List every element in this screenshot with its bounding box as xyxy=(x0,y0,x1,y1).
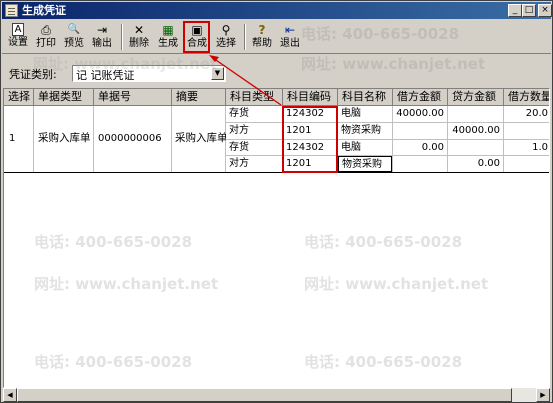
account-code-highlight xyxy=(282,106,338,173)
export-label: 输出 xyxy=(92,38,112,49)
row-debit[interactable]: 0.00 xyxy=(393,140,447,156)
watermark-phone: 电话: 400-665-0028 xyxy=(304,353,463,371)
row-account-type: 对方 xyxy=(229,125,249,136)
select-button[interactable]: ⚲ 选择 xyxy=(213,23,239,53)
header-account-type[interactable]: 科目类型 xyxy=(226,89,283,106)
maximize-button[interactable]: □ xyxy=(522,4,536,17)
app-icon xyxy=(5,4,18,17)
exit-button[interactable]: ⇤ 退出 xyxy=(277,23,303,53)
row-debit-qty[interactable] xyxy=(504,156,549,172)
title-bar[interactable]: 生成凭证 _ □ × xyxy=(2,2,552,19)
toolbar: A 设置 ⎙ 打印 🔍 预览 ⇥ 输出 ✕ 删除 ▦ 生成 ▣ 合成 ⚲ 选择 … xyxy=(2,20,551,54)
print-label: 打印 xyxy=(36,38,56,49)
voucher-grid[interactable]: 选择 单据类型 单据号 摘要 科目类型 科目编码 科目名称 借方金额 贷方金额 … xyxy=(3,88,550,388)
settings-button[interactable]: A 设置 xyxy=(5,23,31,53)
group-summary: 采购入库单 xyxy=(175,132,226,144)
group-doc-type: 采购入库单 xyxy=(38,132,91,144)
close-button[interactable]: × xyxy=(538,4,552,17)
header-select[interactable]: 选择 xyxy=(4,89,34,106)
row-account-name[interactable]: 物资采购 xyxy=(338,123,392,139)
row-debit-qty[interactable]: 1.0 xyxy=(504,140,549,156)
scroll-right-icon[interactable]: ▶ xyxy=(536,388,550,402)
scroll-left-icon[interactable]: ◀ xyxy=(3,388,17,402)
header-doc-no[interactable]: 单据号 xyxy=(94,89,172,106)
row-credit[interactable]: 0.00 xyxy=(448,156,503,172)
help-label: 帮助 xyxy=(252,38,272,49)
header-doc-type[interactable]: 单据类型 xyxy=(34,89,94,106)
grid-line xyxy=(93,106,94,172)
toolbar-separator xyxy=(121,24,123,50)
scrollbar-thumb[interactable] xyxy=(17,388,512,402)
select-label: 选择 xyxy=(216,38,236,49)
exit-icon: ⇤ xyxy=(284,23,296,37)
header-credit[interactable]: 贷方金额 xyxy=(448,89,504,106)
help-icon: ? xyxy=(258,23,266,37)
grid-line xyxy=(33,106,34,172)
row-account-name[interactable]: 电脑 xyxy=(338,106,392,122)
watermark-phone: 电话: 400-665-0028 xyxy=(34,233,193,251)
generate-button[interactable]: ▦ 生成 xyxy=(155,23,181,53)
watermark-site: 网址: www.chanjet.net xyxy=(34,275,219,293)
preview-button[interactable]: 🔍 预览 xyxy=(61,23,87,53)
generate-label: 生成 xyxy=(158,38,178,49)
watermark-site: 网址: www.chanjet.net xyxy=(301,55,486,73)
print-button[interactable]: ⎙ 打印 xyxy=(33,23,59,53)
watermark-phone: 电话: 400-665-0028 xyxy=(34,353,193,371)
row-credit[interactable] xyxy=(448,140,503,156)
row-group-divider xyxy=(4,172,549,173)
generate-icon: ▦ xyxy=(162,23,174,37)
row-debit[interactable] xyxy=(393,123,447,139)
group-select[interactable]: 1 xyxy=(6,131,32,147)
row-debit-qty[interactable]: 20.0 xyxy=(504,106,549,122)
merge-button-highlight xyxy=(183,21,210,53)
export-button[interactable]: ⇥ 输出 xyxy=(89,23,115,53)
window-title: 生成凭证 xyxy=(22,4,66,17)
export-icon: ⇥ xyxy=(96,23,108,37)
exit-label: 退出 xyxy=(280,38,300,49)
preview-icon: 🔍 xyxy=(67,24,81,35)
toolbar-separator xyxy=(244,24,246,50)
row-account-type: 对方 xyxy=(229,158,249,169)
row-credit[interactable]: 40000.00 xyxy=(448,123,503,139)
header-summary[interactable]: 摘要 xyxy=(172,89,226,106)
preview-label: 预览 xyxy=(64,38,84,49)
row-account-name[interactable]: 电脑 xyxy=(338,140,392,156)
row-account-type: 存货 xyxy=(229,142,249,153)
voucher-window: 生成凭证 _ □ × A 设置 ⎙ 打印 🔍 预览 ⇥ 输出 ✕ 删除 ▦ 生成 xyxy=(0,0,553,403)
delete-button[interactable]: ✕ 删除 xyxy=(126,23,152,53)
group-doc-no: 0000000006 xyxy=(98,133,162,144)
minimize-button[interactable]: _ xyxy=(508,4,522,17)
row-debit-qty[interactable] xyxy=(504,123,549,139)
header-debit[interactable]: 借方金额 xyxy=(393,89,448,106)
print-icon: ⎙ xyxy=(41,23,51,37)
header-account-name[interactable]: 科目名称 xyxy=(338,89,393,106)
row-account-type: 存货 xyxy=(229,108,249,119)
row-account-name[interactable]: 物资采购 xyxy=(338,156,392,172)
watermark-site: 网址: www.chanjet.net xyxy=(33,55,218,73)
header-debit-qty[interactable]: 借方数量 xyxy=(504,89,549,106)
row-debit[interactable]: 40000.00 xyxy=(393,106,447,122)
binoculars-icon: ⚲ xyxy=(221,23,231,37)
row-debit[interactable] xyxy=(393,156,447,172)
header-account-code[interactable]: 科目编码 xyxy=(283,89,338,106)
delete-label: 删除 xyxy=(129,38,149,49)
settings-label: 设置 xyxy=(8,37,28,48)
watermark-phone: 电话: 400-665-0028 xyxy=(304,233,463,251)
row-credit[interactable] xyxy=(448,106,503,122)
settings-icon: A xyxy=(12,23,24,36)
delete-icon: ✕ xyxy=(133,23,145,37)
horizontal-scrollbar[interactable]: ◀ ▶ xyxy=(3,388,550,402)
help-button[interactable]: ? 帮助 xyxy=(249,23,275,53)
watermark-site: 网址: www.chanjet.net xyxy=(304,275,489,293)
watermark-phone: 电话: 400-665-0028 xyxy=(301,25,460,43)
